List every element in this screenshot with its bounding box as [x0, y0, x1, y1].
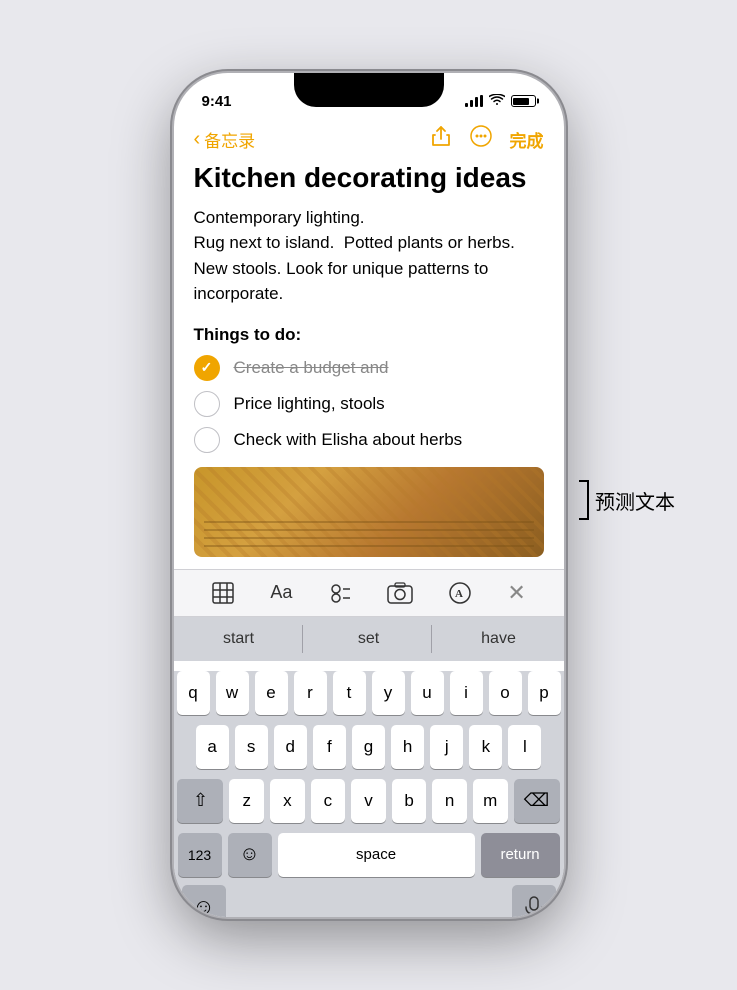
checklist-item-2-text: Price lighting, stools	[234, 394, 385, 414]
key-c[interactable]: c	[311, 779, 346, 823]
backspace-key[interactable]: ⌫	[514, 779, 560, 823]
formatting-toolbar: Aa A	[174, 569, 564, 617]
numbers-key[interactable]: 123	[178, 833, 222, 877]
text-format-icon[interactable]: Aa	[270, 582, 292, 603]
back-label: 备忘录	[204, 127, 255, 152]
shift-key[interactable]: ⇧	[177, 779, 223, 823]
space-key[interactable]: space	[278, 833, 475, 877]
camera-icon[interactable]	[387, 582, 413, 604]
key-m[interactable]: m	[473, 779, 508, 823]
note-title[interactable]: Kitchen decorating ideas	[194, 161, 544, 195]
divider-1	[302, 625, 303, 653]
key-k[interactable]: k	[469, 725, 502, 769]
status-icons	[465, 94, 536, 109]
predictive-word-2[interactable]: set	[304, 630, 434, 648]
key-b[interactable]: b	[392, 779, 427, 823]
key-h[interactable]: h	[391, 725, 424, 769]
battery-icon	[511, 95, 536, 107]
key-a[interactable]: a	[196, 725, 229, 769]
key-o[interactable]: o	[489, 671, 522, 715]
annotation-container: 预测文本	[579, 480, 675, 520]
key-l[interactable]: l	[508, 725, 541, 769]
section-label: Things to do:	[194, 325, 544, 345]
done-button[interactable]: 完成	[510, 127, 544, 152]
key-n[interactable]: n	[432, 779, 467, 823]
key-s[interactable]: s	[235, 725, 268, 769]
checklist-icon[interactable]	[328, 581, 352, 605]
note-image[interactable]	[194, 467, 544, 557]
wifi-icon	[489, 94, 505, 109]
key-g[interactable]: g	[352, 725, 385, 769]
keyboard-bottom-bar: ☺	[178, 885, 560, 917]
signal-icon	[465, 95, 483, 107]
nav-right-actions: 完成	[430, 125, 544, 153]
annotation-text: 预测文本	[595, 486, 675, 515]
notch	[294, 73, 444, 107]
predictive-word-1[interactable]: start	[174, 630, 304, 648]
key-i[interactable]: i	[450, 671, 483, 715]
screen-wrapper: 9:41	[0, 0, 737, 990]
status-time: 9:41	[202, 93, 232, 110]
key-e[interactable]: e	[255, 671, 288, 715]
checklist-item-2[interactable]: Price lighting, stools	[194, 391, 544, 417]
note-content-area: Kitchen decorating ideas Contemporary li…	[174, 161, 564, 557]
checkbox-empty-icon[interactable]	[194, 391, 220, 417]
key-x[interactable]: x	[270, 779, 305, 823]
return-key[interactable]: return	[481, 833, 560, 877]
key-t[interactable]: t	[333, 671, 366, 715]
table-icon[interactable]	[211, 581, 235, 605]
emoji-face-key[interactable]: ☺	[182, 885, 226, 917]
key-d[interactable]: d	[274, 725, 307, 769]
phone-frame: 9:41	[174, 73, 564, 917]
checklist-item-1[interactable]: Create a budget and	[194, 355, 544, 381]
keyboard-close-icon[interactable]: ✕	[507, 580, 525, 606]
checklist-item-3-text: Check with Elisha about herbs	[234, 430, 463, 450]
keyboard-row-1: q w e r t y u i o p	[178, 671, 560, 715]
checklist-item-3[interactable]: Check with Elisha about herbs	[194, 427, 544, 453]
key-j[interactable]: j	[430, 725, 463, 769]
predictive-word-3[interactable]: have	[434, 630, 564, 648]
key-f[interactable]: f	[313, 725, 346, 769]
dictate-key[interactable]	[512, 885, 556, 917]
note-body[interactable]: Contemporary lighting.Rug next to island…	[194, 205, 544, 307]
keyboard-row-4: 123 ☺ space return	[178, 833, 560, 885]
checklist-item-1-text: Create a budget and	[234, 358, 389, 378]
keyboard: q w e r t y u i o p a s d f g h j k	[174, 671, 564, 917]
keyboard-row-3: ⇧ z x c v b n m ⌫	[178, 779, 560, 823]
more-icon[interactable]	[470, 125, 492, 153]
predictive-text-bar: start set have	[174, 617, 564, 661]
share-icon[interactable]	[430, 125, 452, 153]
checkbox-checked-icon[interactable]	[194, 355, 220, 381]
key-w[interactable]: w	[216, 671, 249, 715]
bracket-line	[587, 482, 589, 518]
divider-2	[431, 625, 432, 653]
key-z[interactable]: z	[229, 779, 264, 823]
bracket	[579, 480, 589, 520]
key-r[interactable]: r	[294, 671, 327, 715]
key-q[interactable]: q	[177, 671, 210, 715]
key-p[interactable]: p	[528, 671, 561, 715]
checkbox-empty-icon-2[interactable]	[194, 427, 220, 453]
key-u[interactable]: u	[411, 671, 444, 715]
nav-bar: ‹ 备忘录	[174, 121, 564, 161]
svg-text:A: A	[455, 588, 463, 600]
chevron-left-icon: ‹	[194, 128, 201, 151]
back-button[interactable]: ‹ 备忘录	[194, 127, 256, 152]
emoji-key[interactable]: ☺	[228, 833, 272, 877]
key-v[interactable]: v	[351, 779, 386, 823]
markup-icon[interactable]: A	[448, 581, 472, 605]
keyboard-row-2: a s d f g h j k l	[178, 725, 560, 769]
key-y[interactable]: y	[372, 671, 405, 715]
bracket-bottom	[579, 518, 589, 520]
